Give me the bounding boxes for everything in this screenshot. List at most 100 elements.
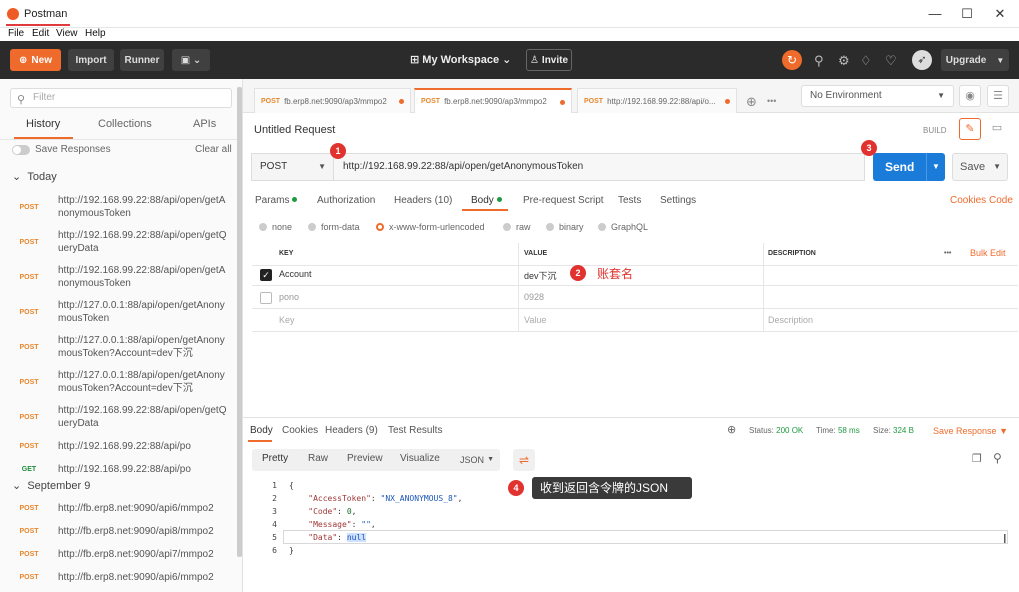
- workspace-switcher[interactable]: ⊞ My Workspace ⌄: [410, 53, 511, 66]
- gear-icon[interactable]: ⚙: [838, 53, 850, 69]
- comments-icon[interactable]: ▭: [986, 118, 1008, 140]
- view-preview[interactable]: Preview: [347, 453, 383, 464]
- request-tab-active[interactable]: POST fb.erp8.net:9090/ap3/mmpo2: [414, 88, 572, 113]
- copy-icon[interactable]: ❐: [972, 452, 982, 465]
- method-select[interactable]: POST ▼: [251, 153, 334, 181]
- history-item[interactable]: POST http://127.0.0.1:88/api/open/getAnon…: [0, 295, 236, 329]
- sync-icon[interactable]: ↻: [782, 50, 802, 70]
- more-tabs-icon[interactable]: •••: [767, 96, 776, 106]
- cookies-link[interactable]: Cookies: [950, 195, 986, 206]
- radio-raw[interactable]: raw: [503, 222, 531, 232]
- menu-help[interactable]: Help: [85, 28, 106, 39]
- row-checkbox[interactable]: ✓: [260, 269, 272, 281]
- history-item[interactable]: GET http://192.168.99.22:88/api/po: [0, 458, 236, 480]
- section-september-9[interactable]: ⌄ September 9: [12, 479, 90, 492]
- bell-icon[interactable]: ♢: [860, 53, 872, 69]
- edit-icon[interactable]: ✎: [959, 118, 981, 140]
- row-checkbox[interactable]: [260, 292, 272, 304]
- tab-authorization[interactable]: Authorization: [317, 195, 375, 206]
- add-tab-icon[interactable]: ⊕: [746, 94, 757, 110]
- radio-binary[interactable]: binary: [546, 222, 584, 232]
- tab-collections[interactable]: Collections: [98, 118, 152, 130]
- row-key[interactable]: pono: [279, 292, 299, 302]
- history-item[interactable]: POST http://fb.erp8.net:9090/api6/mmpo2: [0, 497, 236, 519]
- search-icon[interactable]: ⚲: [993, 451, 1002, 465]
- request-title[interactable]: Untitled Request: [254, 124, 335, 136]
- view-pretty[interactable]: Pretty: [262, 453, 288, 464]
- tab-settings[interactable]: Settings: [660, 195, 696, 206]
- row-value[interactable]: 0928: [524, 292, 544, 302]
- tab-history[interactable]: History: [26, 118, 60, 130]
- tab-response-headers[interactable]: Headers (9): [325, 425, 378, 436]
- section-today[interactable]: ⌄ Today: [12, 170, 57, 183]
- save-responses-toggle[interactable]: [12, 145, 30, 155]
- history-item[interactable]: POST http://192.168.99.22:88/api/open/get…: [0, 260, 236, 294]
- history-item[interactable]: POST http://127.0.0.1:88/api/open/getAnon…: [0, 365, 236, 399]
- radio-none[interactable]: none: [259, 222, 292, 232]
- tab-apis[interactable]: APIs: [193, 118, 216, 130]
- tab-body[interactable]: Body: [471, 195, 502, 206]
- history-item[interactable]: POST http://127.0.0.1:88/api/open/getAnon…: [0, 330, 236, 364]
- heart-icon[interactable]: ♡: [885, 53, 897, 69]
- satellite-icon[interactable]: ⚲: [814, 53, 824, 69]
- format-select[interactable]: JSON ▼: [452, 449, 500, 471]
- tab-test-results[interactable]: Test Results: [388, 425, 442, 436]
- menu-edit[interactable]: Edit: [32, 28, 49, 39]
- save-response-button[interactable]: Save Response ▼: [933, 426, 1008, 436]
- maximize-button[interactable]: ☐: [958, 6, 976, 22]
- view-visualize[interactable]: Visualize: [400, 453, 440, 464]
- runner-button[interactable]: Runner: [120, 49, 164, 71]
- history-item[interactable]: POST http://fb.erp8.net:9090/api6/mmpo2: [0, 566, 236, 588]
- radio-form-data[interactable]: form-data: [308, 222, 360, 232]
- search-icon: ⚲: [17, 94, 26, 106]
- minimize-button[interactable]: —: [926, 6, 944, 22]
- filter-input[interactable]: ⚲ Filter: [10, 88, 232, 108]
- history-item[interactable]: POST http://192.168.99.22:88/api/open/get…: [0, 225, 236, 259]
- send-button[interactable]: Send ▼: [873, 153, 945, 181]
- row-value[interactable]: dev下沉: [524, 269, 557, 282]
- value-placeholder[interactable]: Value: [524, 315, 546, 325]
- tab-params[interactable]: Params: [255, 195, 298, 206]
- save-button[interactable]: Save ▼: [952, 153, 1008, 181]
- radio-graphql[interactable]: GraphQL: [598, 222, 648, 232]
- radio-x-www-form-urlencoded[interactable]: x-www-form-urlencoded: [376, 222, 485, 232]
- history-item[interactable]: POST http://fb.erp8.net:9090/api8/mmpo2: [0, 520, 236, 542]
- rocket-icon[interactable]: ➶: [912, 50, 932, 70]
- row-key[interactable]: Account: [279, 269, 312, 279]
- sidebar-scrollbar[interactable]: [237, 87, 242, 557]
- tab-response-body[interactable]: Body: [250, 425, 273, 436]
- bulk-edit-link[interactable]: Bulk Edit: [970, 248, 1006, 258]
- request-tab[interactable]: POST http://192.168.99.22:88/api/o...: [577, 88, 737, 113]
- menu-file[interactable]: File: [8, 28, 24, 39]
- tab-response-cookies[interactable]: Cookies: [282, 425, 318, 436]
- import-button[interactable]: Import: [68, 49, 114, 71]
- close-button[interactable]: ✕: [991, 6, 1009, 22]
- new-window-button[interactable]: ▣ ⌄: [172, 49, 210, 71]
- history-item[interactable]: POST http://192.168.99.22:88/api/open/get…: [0, 190, 236, 224]
- eye-icon[interactable]: ◉: [959, 85, 981, 107]
- history-item[interactable]: POST http://fb.erp8.net:9090/api7/mmpo2: [0, 543, 236, 565]
- wrap-lines-icon[interactable]: ⇌: [513, 449, 535, 471]
- url-input[interactable]: http://192.168.99.22:88/api/open/getAnon…: [333, 153, 865, 181]
- clear-all-link[interactable]: Clear all: [195, 144, 232, 155]
- description-placeholder[interactable]: Description: [768, 315, 813, 325]
- env-settings-icon[interactable]: ☰: [987, 85, 1009, 107]
- tab-tests[interactable]: Tests: [618, 195, 641, 206]
- request-tab[interactable]: POST fb.erp8.net:9090/ap3/mmpo2: [254, 88, 411, 113]
- key-placeholder[interactable]: Key: [279, 315, 295, 325]
- build-mode-label[interactable]: BUILD: [923, 126, 947, 135]
- history-item[interactable]: POST http://192.168.99.22:88/api/po: [0, 435, 236, 457]
- new-button[interactable]: ⊕ New: [10, 49, 61, 71]
- tab-headers[interactable]: Headers (10): [394, 195, 452, 206]
- menu-view[interactable]: View: [56, 28, 78, 39]
- caret-down-icon[interactable]: ▼: [993, 154, 1001, 180]
- history-item[interactable]: POST http://192.168.99.22:88/api/open/get…: [0, 400, 236, 434]
- environment-select[interactable]: No Environment ▼: [801, 85, 954, 107]
- code-link[interactable]: Code: [989, 195, 1013, 206]
- view-raw[interactable]: Raw: [308, 453, 328, 464]
- more-options-icon[interactable]: •••: [944, 250, 951, 257]
- invite-button[interactable]: ♙ Invite: [526, 49, 572, 71]
- tab-pre-request-script[interactable]: Pre-request Script: [523, 195, 604, 206]
- caret-down-icon[interactable]: ▼: [926, 153, 945, 181]
- upgrade-button[interactable]: Upgrade ▼: [941, 49, 1009, 71]
